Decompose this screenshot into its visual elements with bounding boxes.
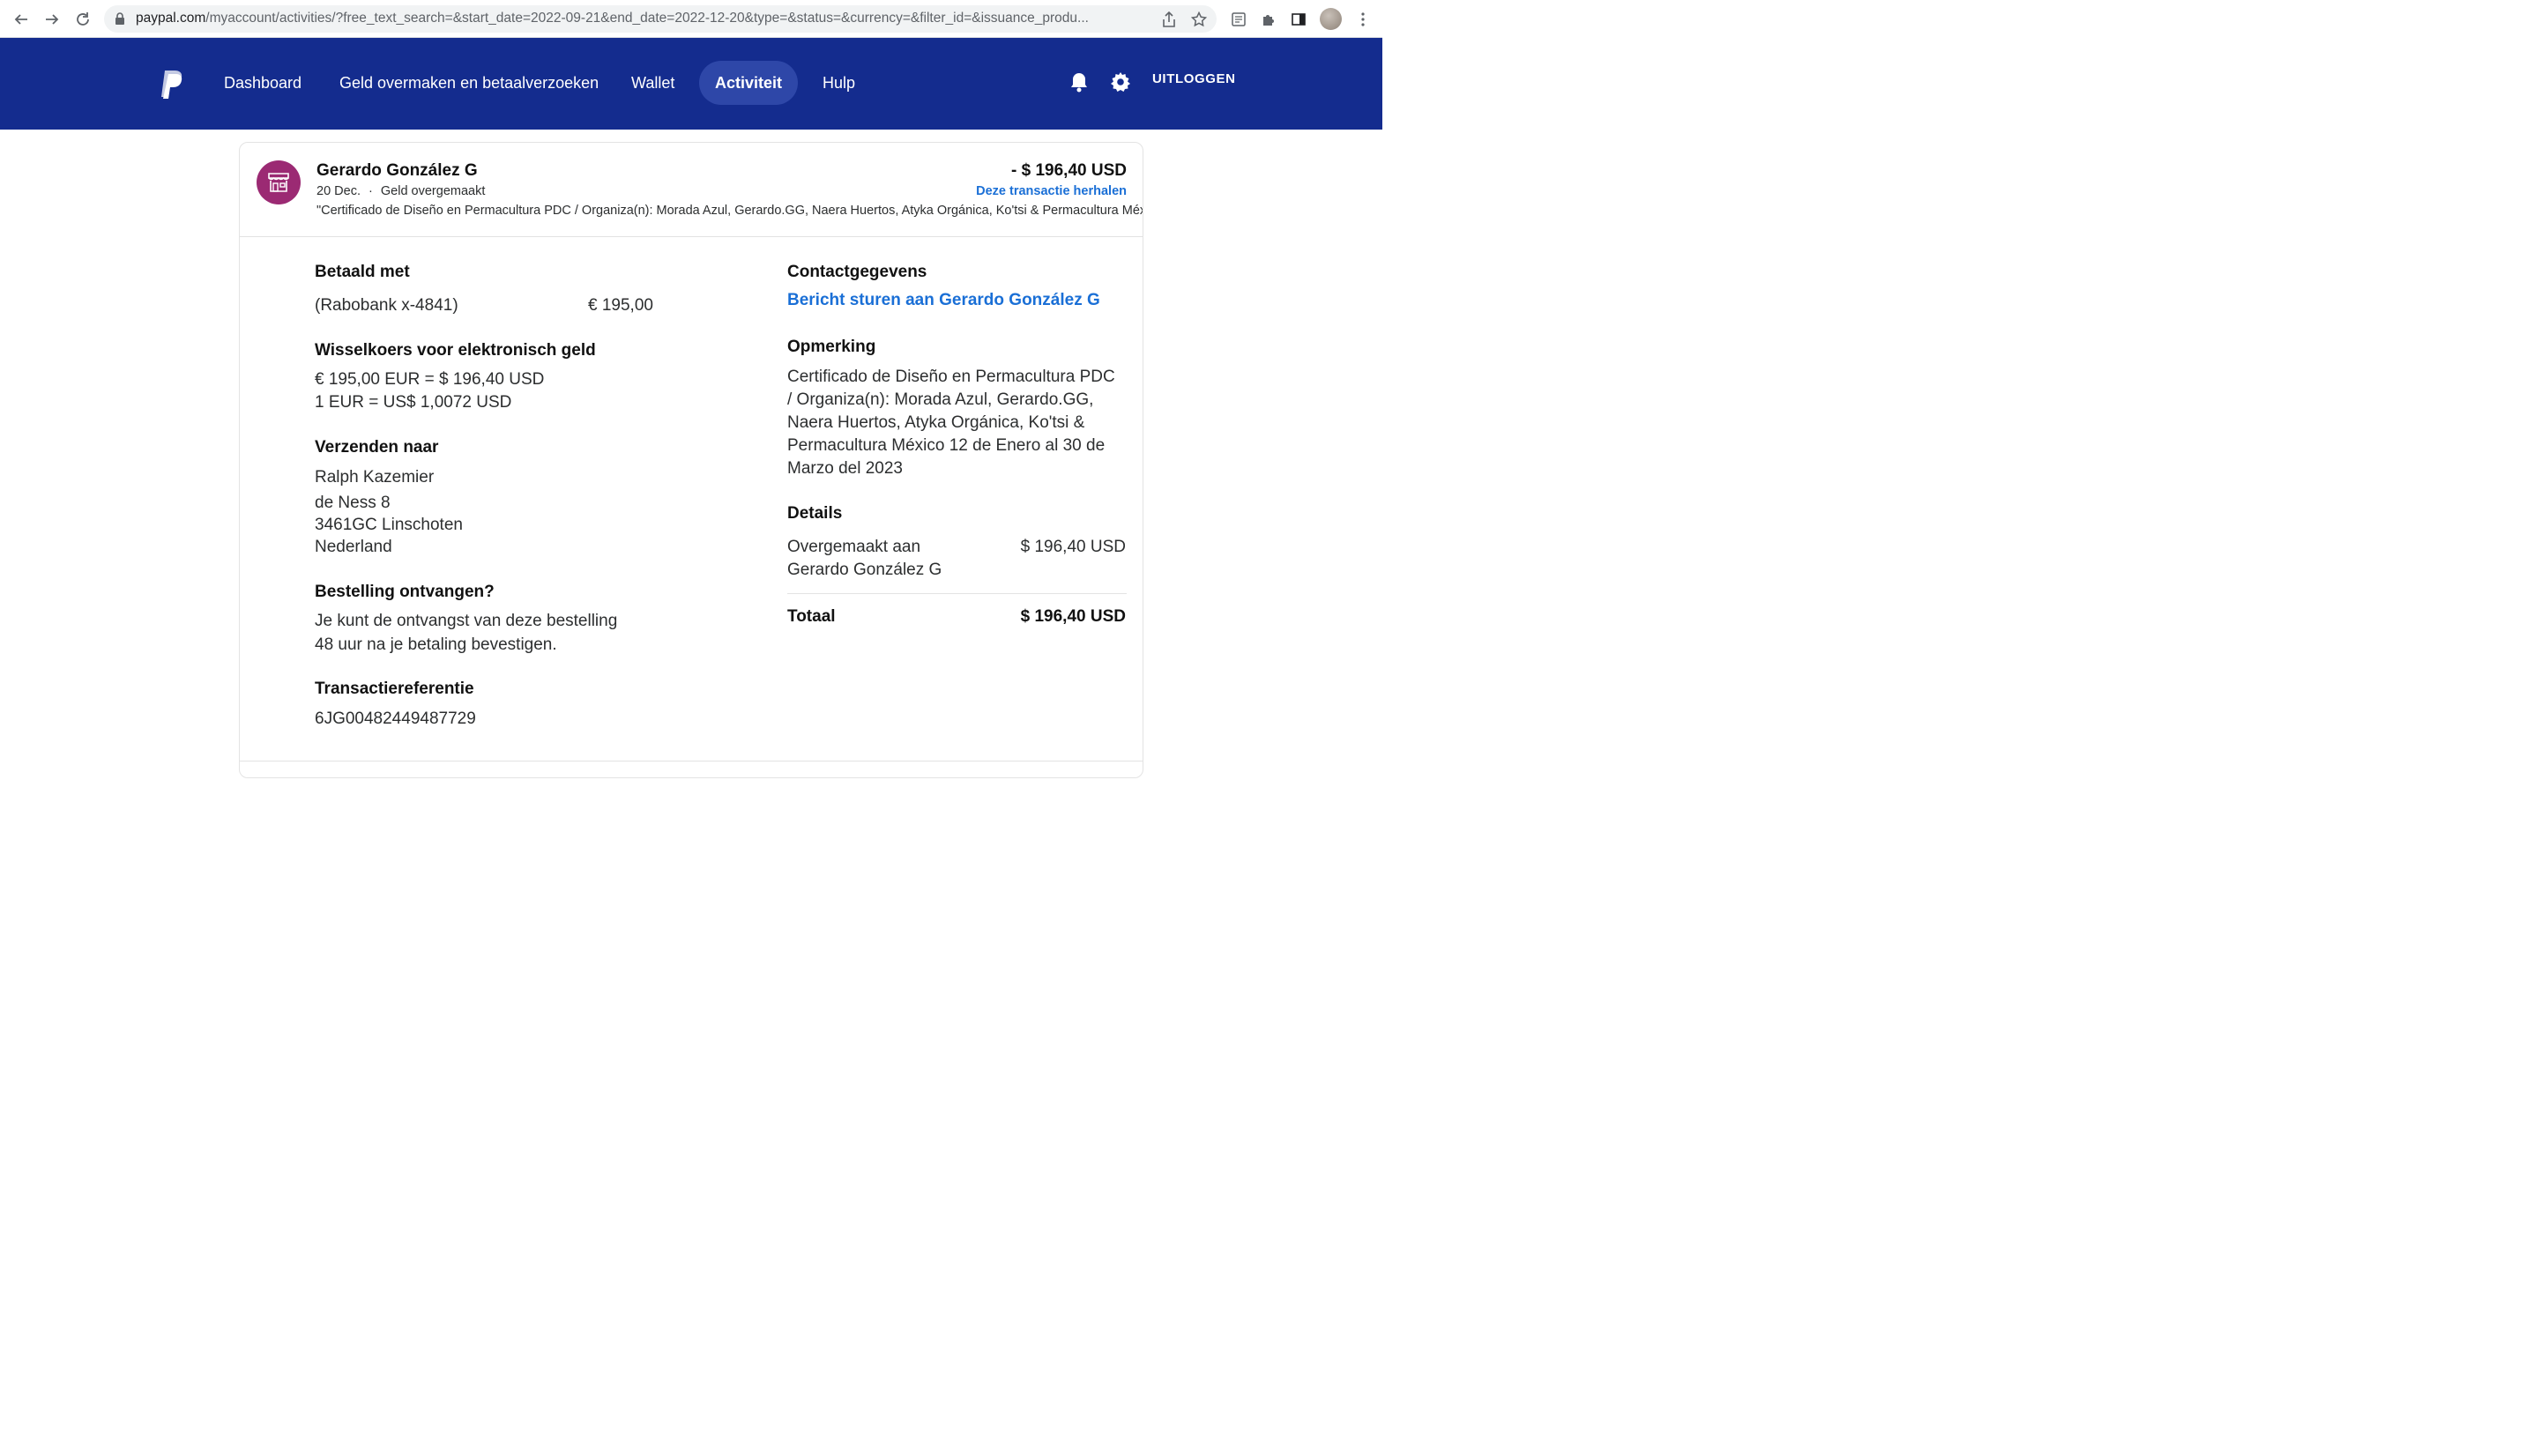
lock-icon xyxy=(115,12,125,30)
back-arrow-icon[interactable] xyxy=(9,7,34,32)
message-merchant-link[interactable]: Bericht sturen aan Gerardo González G xyxy=(787,291,1100,310)
payment-method: (Rabobank x-4841) xyxy=(315,296,458,315)
total-amount: $ 196,40 USD xyxy=(1020,607,1126,626)
ship-to-name: Ralph Kazemier xyxy=(315,468,435,487)
repeat-transaction-link[interactable]: Deze transactie herhalen xyxy=(976,184,1127,198)
forward-arrow-icon[interactable] xyxy=(40,7,64,32)
details-title: Details xyxy=(787,504,843,523)
settings-gear-icon[interactable] xyxy=(1109,71,1132,93)
nav-activity[interactable]: Activiteit xyxy=(699,61,799,105)
ship-to-title: Verzenden naar xyxy=(315,438,439,457)
meta-separator: · xyxy=(369,184,373,198)
note-line: / Organiza(n): Morada Azul, Gerardo.GG, xyxy=(787,390,1094,409)
details-amount: $ 196,40 USD xyxy=(1020,538,1126,556)
reader-mode-icon[interactable] xyxy=(1229,10,1248,29)
transaction-card: Gerardo González G 20 Dec. · Geld overge… xyxy=(239,142,1143,778)
exchange-rate-title: Wisselkoers voor elektronisch geld xyxy=(315,341,596,360)
share-icon[interactable] xyxy=(1160,11,1178,28)
nav-send-request[interactable]: Geld overmaken en betaalverzoeken xyxy=(339,61,599,105)
transaction-type: Geld overgemaakt xyxy=(380,184,486,198)
note-title: Opmerking xyxy=(787,338,876,356)
extensions-puzzle-icon[interactable] xyxy=(1259,10,1278,29)
exchange-conversion: € 195,00 EUR = $ 196,40 USD xyxy=(315,370,545,389)
logout-link[interactable]: UITLOGGEN xyxy=(1152,71,1236,86)
reference-title: Transactiereferentie xyxy=(315,680,474,698)
order-received-title: Bestelling ontvangen? xyxy=(315,583,495,601)
ship-to-city: 3461GC Linschoten xyxy=(315,516,463,534)
order-received-line1: Je kunt de ontvangst van deze bestelling xyxy=(315,612,618,630)
note-line: Naera Huertos, Atyka Orgánica, Ko'tsi & xyxy=(787,413,1085,432)
contact-title: Contactgegevens xyxy=(787,263,927,281)
ship-to-country: Nederland xyxy=(315,538,392,556)
details-recipient-label: Overgemaakt aan xyxy=(787,538,921,556)
profile-avatar[interactable] xyxy=(1320,8,1342,30)
paid-with-title: Betaald met xyxy=(315,263,410,281)
note-line: Marzo del 2023 xyxy=(787,459,903,478)
bookmark-star-icon[interactable] xyxy=(1190,11,1208,28)
transaction-summary: Gerardo González G 20 Dec. · Geld overge… xyxy=(240,143,1143,237)
reference-value: 6JG00482449487729 xyxy=(315,709,476,728)
nav-dashboard[interactable]: Dashboard xyxy=(224,61,302,105)
side-panel-icon[interactable] xyxy=(1289,10,1308,29)
address-bar[interactable]: paypal.com/myaccount/activities/?free_te… xyxy=(104,5,1217,33)
order-received-line2: 48 uur na je betaling bevestigen. xyxy=(315,635,557,654)
paypal-header: Dashboard Geld overmaken en betaalverzoe… xyxy=(0,38,1382,130)
payment-amount: € 195,00 xyxy=(588,296,653,315)
bell-icon[interactable] xyxy=(1068,71,1091,93)
details-recipient-name: Gerardo González G xyxy=(787,561,942,579)
url-text: paypal.com/myaccount/activities/?free_te… xyxy=(136,11,1089,26)
transaction-meta: 20 Dec. · Geld overgemaakt xyxy=(316,184,485,198)
storefront-icon xyxy=(257,160,301,204)
note-line: Permacultura México 12 de Enero al 30 de xyxy=(787,436,1106,455)
ship-to-street: de Ness 8 xyxy=(315,494,391,512)
kebab-menu-icon[interactable] xyxy=(1353,10,1373,29)
note-line: Certificado de Diseño en Permacultura PD… xyxy=(787,368,1115,386)
reload-icon[interactable] xyxy=(71,7,95,32)
nav-help[interactable]: Hulp xyxy=(823,61,855,105)
note-preview: "Certificado de Diseño en Permacultura P… xyxy=(316,204,1143,218)
merchant-name: Gerardo González G xyxy=(316,161,478,180)
details-divider xyxy=(787,593,1127,594)
transaction-date: 20 Dec. xyxy=(316,184,361,198)
browser-toolbar: paypal.com/myaccount/activities/?free_te… xyxy=(0,0,1382,38)
exchange-rate: 1 EUR = US$ 1,0072 USD xyxy=(315,393,512,412)
transaction-amount: - $ 196,40 USD xyxy=(1011,161,1127,180)
total-label: Totaal xyxy=(787,607,836,626)
paypal-logo-icon[interactable] xyxy=(159,70,185,100)
nav-wallet[interactable]: Wallet xyxy=(631,61,674,105)
